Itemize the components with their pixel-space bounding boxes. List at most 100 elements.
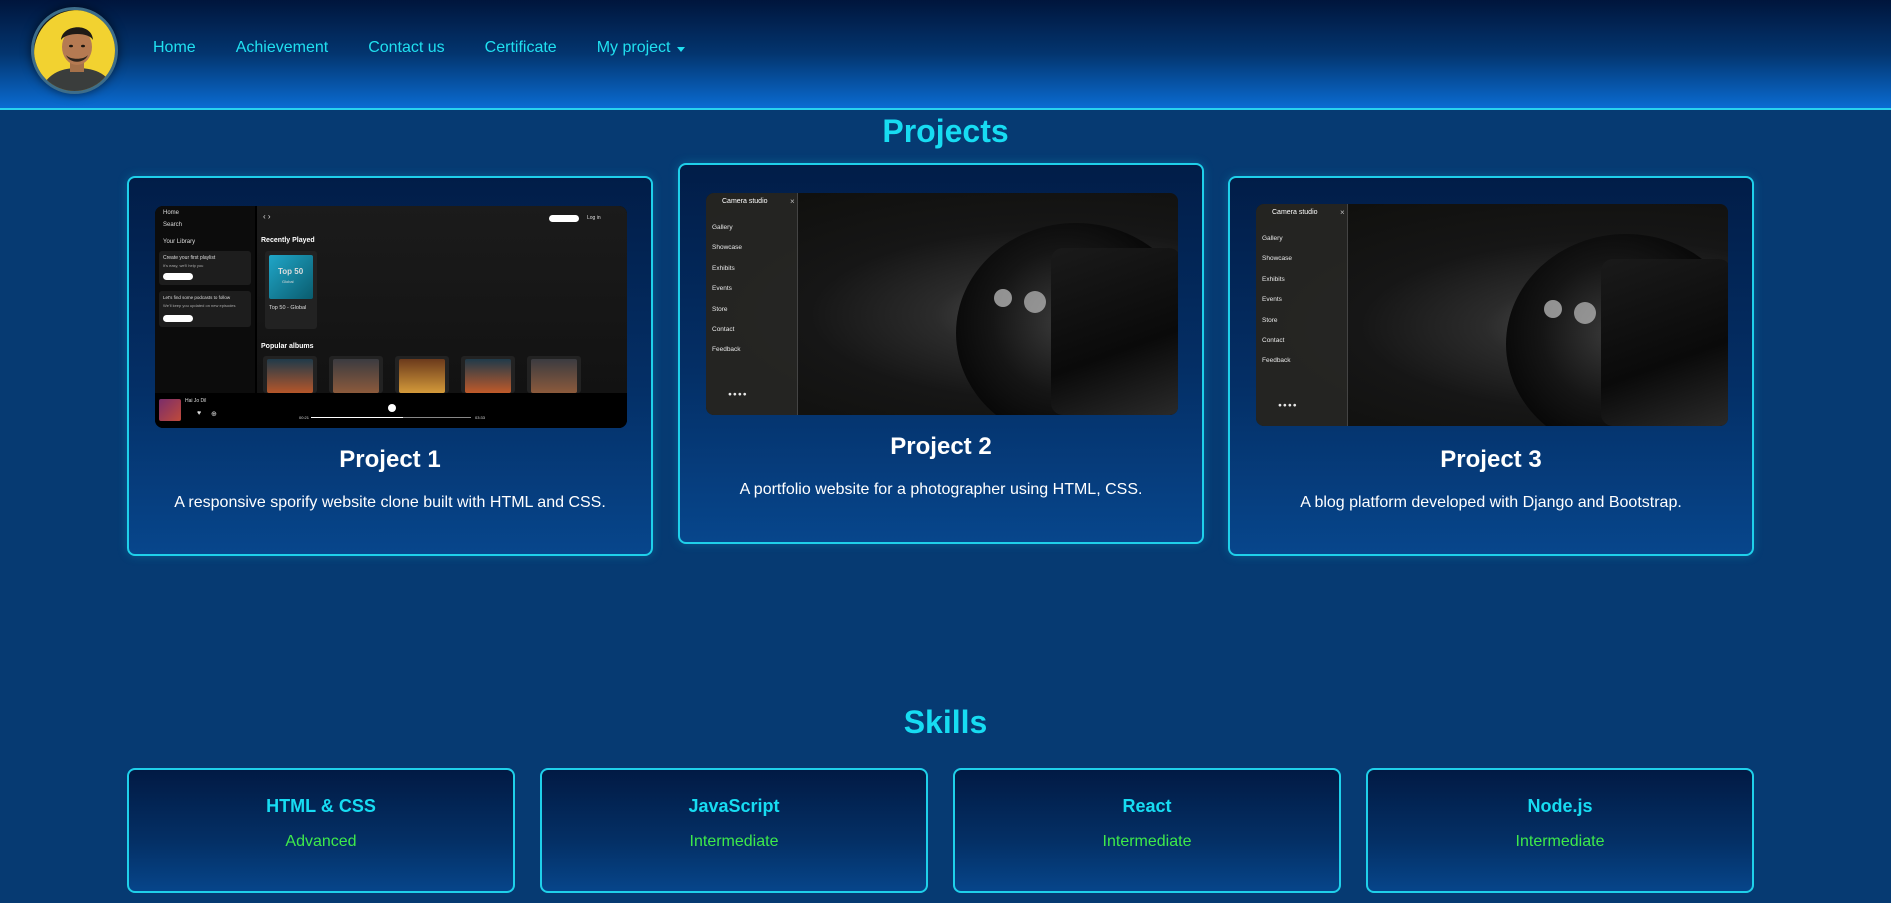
cam-menu-events: Events <box>712 285 732 292</box>
project-card-1[interactable]: Home Search Your Library Create your fir… <box>127 176 653 556</box>
sp-now-playing: Hai Jo Dil <box>185 398 207 404</box>
sp-albums-heading: Popular albums <box>261 343 314 350</box>
project-1-title: Project 1 <box>339 446 441 473</box>
sp-box1-sub: It's easy, we'll help you <box>163 263 204 268</box>
sp-box1-text: Create your first playlist <box>163 255 216 261</box>
heart-icon: ♥ <box>197 410 202 417</box>
skill-level: Intermediate <box>689 833 779 850</box>
cam2-menu-store: Store <box>1262 317 1278 324</box>
sp-box2-button <box>163 315 193 322</box>
camera-brand-2: Camera studio <box>1272 209 1318 216</box>
skill-level: Intermediate <box>1515 833 1605 850</box>
spotify-main: ‹ › Log in Recently Played Top 50 Global… <box>257 206 627 393</box>
lens-glint-1 <box>994 289 1012 307</box>
cam-menu-contact: Contact <box>712 326 735 333</box>
sp-now-playing-cover <box>159 399 181 421</box>
project-1-screenshot: Home Search Your Library Create your fir… <box>155 206 627 428</box>
cam-menu-gallery: Gallery <box>712 224 733 231</box>
sp-top50-title: Top 50 - Global <box>269 305 307 311</box>
sp-nav-arrows: ‹ › <box>263 212 271 221</box>
camera-body-shape-2 <box>1601 259 1728 426</box>
close-icon: × <box>1340 208 1345 217</box>
cam2-menu-feedback: Feedback <box>1262 357 1291 364</box>
cam2-menu-events: Events <box>1262 296 1282 303</box>
skill-name: HTML & CSS <box>266 796 376 816</box>
sp-top50-sub: Global <box>282 279 294 284</box>
sp-album-2 <box>329 356 383 393</box>
avatar-photo <box>34 10 115 91</box>
pip-icon: ⊕ <box>211 411 217 418</box>
sp-album-4 <box>461 356 515 393</box>
project-2-screenshot: Camera studio × Gallery Showcase Exhibit… <box>706 193 1178 415</box>
play-button-icon <box>388 404 396 412</box>
camera-mock-2: Camera studio × Gallery Showcase Exhibit… <box>1256 204 1728 426</box>
cam-menu-showcase: Showcase <box>712 244 742 251</box>
avatar[interactable] <box>31 7 118 94</box>
sp-album-3 <box>395 356 449 393</box>
project-3-screenshot: Camera studio × Gallery Showcase Exhibit… <box>1256 204 1728 426</box>
skill-level: Advanced <box>285 833 357 850</box>
camera-body-shape <box>1051 248 1178 415</box>
nav-my-project-dropdown[interactable]: My project <box>597 39 685 57</box>
nav-contact-us[interactable]: Contact us <box>368 39 444 57</box>
camera-mock: Camera studio × Gallery Showcase Exhibit… <box>706 193 1178 415</box>
sp-top50-label: Top 50 <box>278 267 304 276</box>
sp-recent-heading: Recently Played <box>261 237 315 244</box>
lens-glint-3 <box>1544 300 1562 318</box>
project-2-title: Project 2 <box>890 433 992 460</box>
spotify-player-bar: Hai Jo Dil ♥ ⊕ 00:21 03:33 <box>155 393 627 428</box>
camera-sidebar-2: Camera studio × Gallery Showcase Exhibit… <box>1256 204 1348 426</box>
skill-name: Node.js <box>1527 796 1593 816</box>
sp-time-end: 03:33 <box>475 415 486 420</box>
main-nav: Home Achievement Contact us Certificate … <box>153 39 725 57</box>
sp-playlist-box: Create your first playlist It's easy, we… <box>159 251 251 285</box>
cam2-menu-gallery: Gallery <box>1262 235 1283 242</box>
spotify-mock: Home Search Your Library Create your fir… <box>155 206 627 428</box>
sp-progress-track <box>311 417 471 418</box>
sp-box2-sub: We'll keep you updated on new episodes <box>163 303 236 308</box>
skill-name: React <box>1122 796 1172 816</box>
sp-box2-text: Let's find some podcasts to follow <box>163 295 231 300</box>
project-2-description: A portfolio website for a photographer u… <box>739 481 1143 498</box>
skill-card-react: React Intermediate <box>953 768 1341 893</box>
caret-down-icon <box>676 46 685 52</box>
sp-time-start: 00:21 <box>299 415 310 420</box>
cam2-menu-contact: Contact <box>1262 337 1285 344</box>
cam-menu-feedback: Feedback <box>712 346 741 353</box>
nav-home[interactable]: Home <box>153 39 196 57</box>
skill-card-nodejs: Node.js Intermediate <box>1366 768 1754 893</box>
cam-menu-store: Store <box>712 306 728 313</box>
sp-top50-cover <box>269 255 313 299</box>
project-card-2[interactable]: Camera studio × Gallery Showcase Exhibit… <box>678 163 1204 544</box>
sp-album-5 <box>527 356 581 393</box>
cam-menu-exhibits: Exhibits <box>712 265 735 272</box>
nav-certificate[interactable]: Certificate <box>485 39 557 57</box>
project-card-3[interactable]: Camera studio × Gallery Showcase Exhibit… <box>1228 176 1754 556</box>
sp-top50-card: Top 50 Global Top 50 - Global <box>265 251 317 329</box>
nav-my-project-label: My project <box>596 39 671 56</box>
navbar: Home Achievement Contact us Certificate … <box>0 0 1891 110</box>
sp-album-1 <box>263 356 317 393</box>
cam2-menu-exhibits: Exhibits <box>1262 276 1285 283</box>
skill-card-javascript: JavaScript Intermediate <box>540 768 928 893</box>
project-3-description: A blog platform developed with Django an… <box>1300 494 1682 511</box>
projects-heading: Projects <box>882 113 1009 149</box>
sp-signup-pill <box>549 215 579 222</box>
skill-level: Intermediate <box>1102 833 1192 850</box>
nav-achievement[interactable]: Achievement <box>236 39 329 57</box>
sp-home: Home <box>163 210 180 216</box>
skill-name: JavaScript <box>688 796 780 816</box>
sp-library: Your Library <box>163 239 196 245</box>
lens-glint-2 <box>1024 291 1046 313</box>
sp-box1-button <box>163 273 193 280</box>
sp-search: Search <box>163 222 183 228</box>
camera-sidebar: Camera studio × Gallery Showcase Exhibit… <box>706 193 798 415</box>
skill-card-html-css: HTML & CSS Advanced <box>127 768 515 893</box>
lens-glint-4 <box>1574 302 1596 324</box>
skills-heading: Skills <box>903 704 988 740</box>
social-icons: ●●●● <box>728 391 748 398</box>
sp-login: Log in <box>587 215 601 221</box>
social-icons: ●●●● <box>1278 402 1298 409</box>
project-1-description: A responsive sporify website clone built… <box>174 494 606 511</box>
sp-podcast-box: Let's find some podcasts to follow We'll… <box>159 291 251 327</box>
